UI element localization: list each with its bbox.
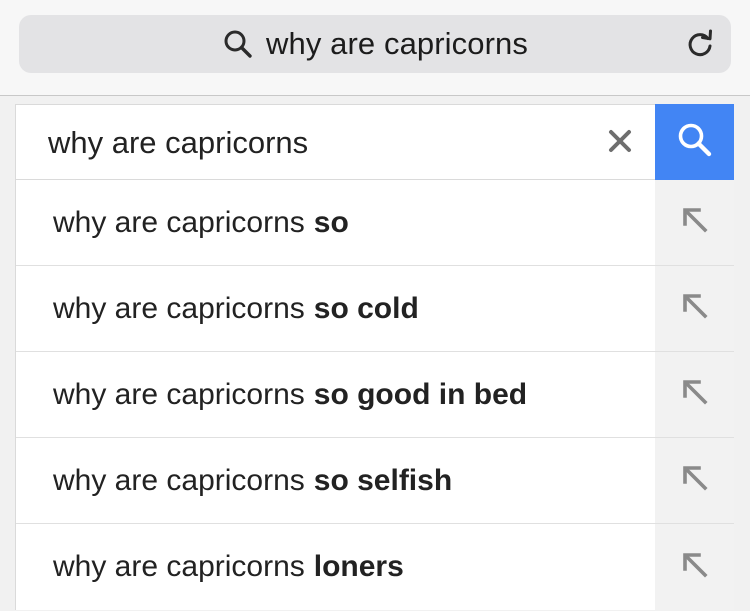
suggestion-text[interactable]: why are capricorns so selfish bbox=[16, 438, 655, 523]
fill-query-button[interactable] bbox=[655, 266, 734, 351]
address-text: why are capricorns bbox=[266, 26, 528, 61]
suggestion-prefix: why are capricorns bbox=[53, 205, 305, 239]
search-icon bbox=[222, 28, 254, 60]
fill-query-button[interactable] bbox=[655, 438, 734, 523]
suggestion-text[interactable]: why are capricorns so cold bbox=[16, 266, 655, 351]
clear-button[interactable] bbox=[601, 124, 639, 162]
search-box bbox=[15, 104, 655, 181]
suggestion-text[interactable]: why are capricorns so bbox=[16, 180, 655, 265]
browser-toolbar: why are capricorns bbox=[0, 0, 750, 96]
close-icon bbox=[608, 129, 632, 158]
arrow-up-left-icon bbox=[680, 205, 710, 240]
fill-query-button[interactable] bbox=[655, 352, 734, 437]
arrow-up-left-icon bbox=[680, 550, 710, 585]
suggestion-completion: so good in bed bbox=[313, 377, 528, 411]
suggestion-item[interactable]: why are capricorns so cold bbox=[16, 266, 734, 352]
search-button[interactable] bbox=[655, 104, 734, 180]
suggestion-completion: so cold bbox=[313, 291, 419, 325]
search-icon bbox=[676, 121, 714, 164]
suggestion-item[interactable]: why are capricorns loners bbox=[16, 524, 734, 610]
suggestion-item[interactable]: why are capricorns so good in bed bbox=[16, 352, 734, 438]
suggestion-prefix: why are capricorns bbox=[53, 463, 305, 497]
suggestion-text[interactable]: why are capricorns loners bbox=[16, 524, 655, 610]
suggestion-completion: so selfish bbox=[313, 463, 453, 497]
arrow-up-left-icon bbox=[680, 291, 710, 326]
suggestion-prefix: why are capricorns bbox=[53, 291, 305, 325]
suggestion-list: why are capricorns so why are capricorns s… bbox=[15, 180, 734, 610]
fill-query-button[interactable] bbox=[655, 524, 734, 610]
suggestion-prefix: why are capricorns bbox=[53, 550, 305, 583]
suggestion-text[interactable]: why are capricorns so good in bed bbox=[16, 352, 655, 437]
reload-icon[interactable] bbox=[685, 28, 715, 60]
address-content: why are capricorns bbox=[19, 15, 731, 73]
suggestion-completion: loners bbox=[313, 550, 404, 583]
suggestion-item[interactable]: why are capricorns so bbox=[16, 180, 734, 266]
page-area: why are capricornsso why are capricornss… bbox=[0, 96, 750, 611]
suggestion-prefix: why are capricorns bbox=[53, 377, 305, 411]
fill-query-button[interactable] bbox=[655, 180, 734, 265]
address-bar[interactable]: why are capricorns bbox=[19, 15, 731, 73]
suggestion-completion: so bbox=[313, 205, 349, 239]
arrow-up-left-icon bbox=[680, 463, 710, 498]
search-input[interactable] bbox=[48, 105, 578, 181]
arrow-up-left-icon bbox=[680, 377, 710, 412]
suggestion-item[interactable]: why are capricorns so selfish bbox=[16, 438, 734, 524]
